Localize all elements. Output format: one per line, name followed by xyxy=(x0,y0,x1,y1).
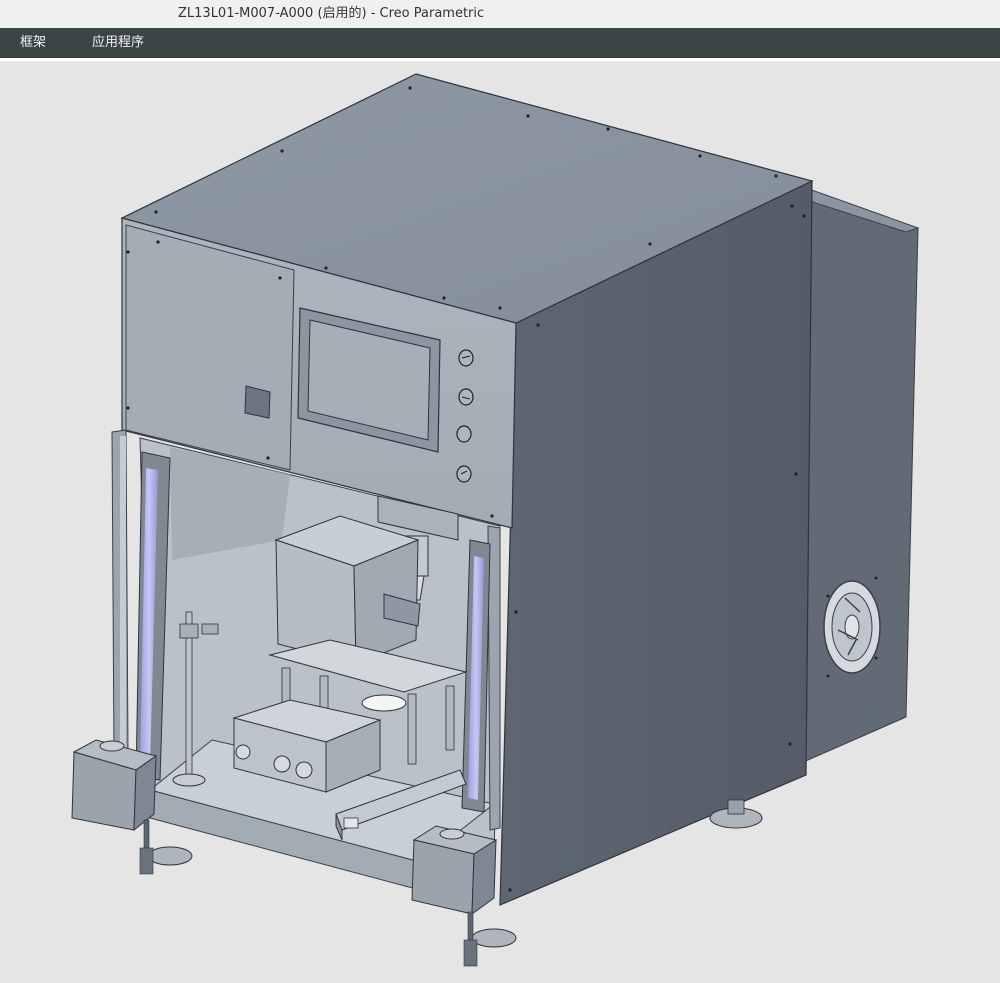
upper-fixture-block xyxy=(274,515,421,665)
window-title: ZL13L01-M007-A000 (启用的) - Creo Parametri… xyxy=(178,6,485,21)
menu-item-applications[interactable]: 应用程序 xyxy=(86,28,150,57)
menu-item-frame[interactable]: 框架 xyxy=(14,28,52,57)
menu-bar: 框架 应用程序 xyxy=(0,28,1000,58)
machine-model-3d[interactable] xyxy=(0,61,1000,983)
corner-box-right xyxy=(411,825,498,916)
graphics-viewport[interactable] xyxy=(0,61,1000,983)
title-bar: ZL13L01-M007-A000 (启用的) - Creo Parametri… xyxy=(0,0,1000,28)
corner-box-left xyxy=(71,739,158,832)
access-window xyxy=(244,385,271,419)
